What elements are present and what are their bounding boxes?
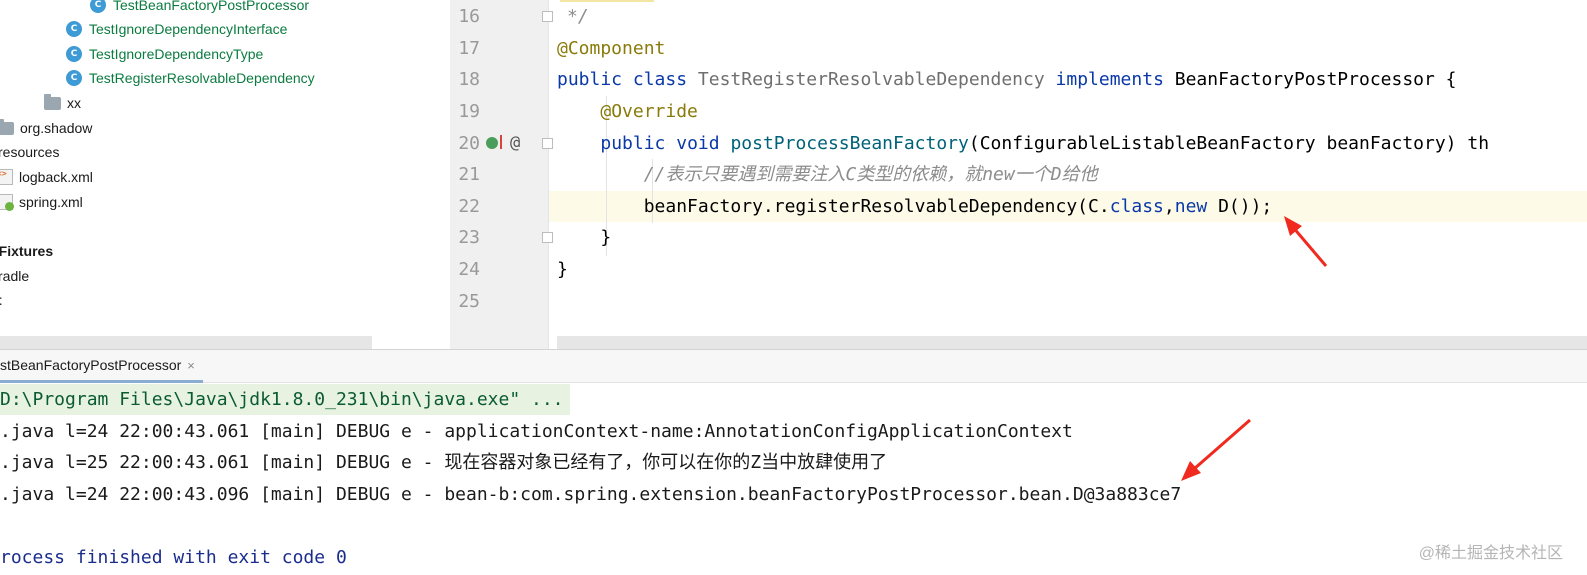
run-tool-window-tabs: stBeanFactoryPostProcessor × <box>0 349 1587 383</box>
tree-item-label: spring.xml <box>19 194 83 210</box>
spring-xml-icon <box>0 194 14 211</box>
project-tree: C TestBeanFactoryPostProcessor C TestIgn… <box>0 0 450 349</box>
tree-item-label: org.shadow <box>20 120 93 136</box>
tree-item-label: TestBeanFactoryPostProcessor <box>113 0 310 13</box>
tree-item-logback-xml[interactable]: logback.xml <box>0 162 93 189</box>
folder-icon <box>0 118 14 135</box>
tree-item-t2[interactable]: t <box>0 288 2 312</box>
code-editor[interactable]: 16 17 18 19 20 21 22 23 24 25 @ */ @Comp… <box>450 0 1587 349</box>
tree-item-label: TestIgnoreDependencyInterface <box>89 21 288 37</box>
tree-horizontal-scrollbar[interactable] <box>0 336 372 349</box>
tree-item-gradle[interactable]: radle <box>0 264 29 288</box>
tree-item-testignoredependencytype[interactable]: C TestIgnoreDependencyType <box>66 42 263 66</box>
tree-item-resources[interactable]: resources <box>0 140 59 164</box>
watermark: @稀土掘金技术社区 <box>1418 545 1563 562</box>
tree-item-label: radle <box>0 268 30 284</box>
class-icon: C <box>66 46 82 62</box>
tree-item-label: resources <box>0 144 60 160</box>
run-tab-label: stBeanFactoryPostProcessor <box>0 356 182 373</box>
run-tab[interactable]: stBeanFactoryPostProcessor × <box>0 350 203 383</box>
annotation-arrow-icon <box>1181 418 1251 481</box>
xml-file-icon <box>0 162 13 186</box>
close-icon[interactable]: × <box>187 349 195 382</box>
tree-item-testbeanfactorypostprocessor[interactable]: C TestBeanFactoryPostProcessor <box>90 0 309 17</box>
tree-item-label: logback.xml <box>19 169 93 185</box>
tree-item-testregisterresolvabledependency[interactable]: C TestRegisterResolvableDependency <box>66 66 315 90</box>
annotation-arrow-icon <box>1284 216 1328 267</box>
folder-icon <box>44 93 61 110</box>
tree-item-testignoredependencyinterface[interactable]: C TestIgnoreDependencyInterface <box>66 17 287 41</box>
class-icon: C <box>90 0 106 13</box>
tree-item-label: TestRegisterResolvableDependency <box>89 70 315 86</box>
tree-item-label: xx <box>67 95 81 111</box>
class-icon: C <box>66 21 82 37</box>
tree-item-spring-xml[interactable]: spring.xml <box>0 190 83 214</box>
tree-item-label: tFixtures <box>0 243 54 259</box>
tree-item-label: TestIgnoreDependencyType <box>89 46 264 62</box>
tree-item-xx[interactable]: xx <box>44 91 81 115</box>
tree-item-testfixtures[interactable]: tFixtures <box>0 239 53 263</box>
class-icon: C <box>66 70 82 86</box>
run-console[interactable]: D:\Program Files\Java\jdk1.8.0_231\bin\j… <box>0 383 1587 575</box>
tree-item-org-shadow[interactable]: org.shadow <box>0 116 92 140</box>
tree-item-label: t <box>0 288 2 312</box>
